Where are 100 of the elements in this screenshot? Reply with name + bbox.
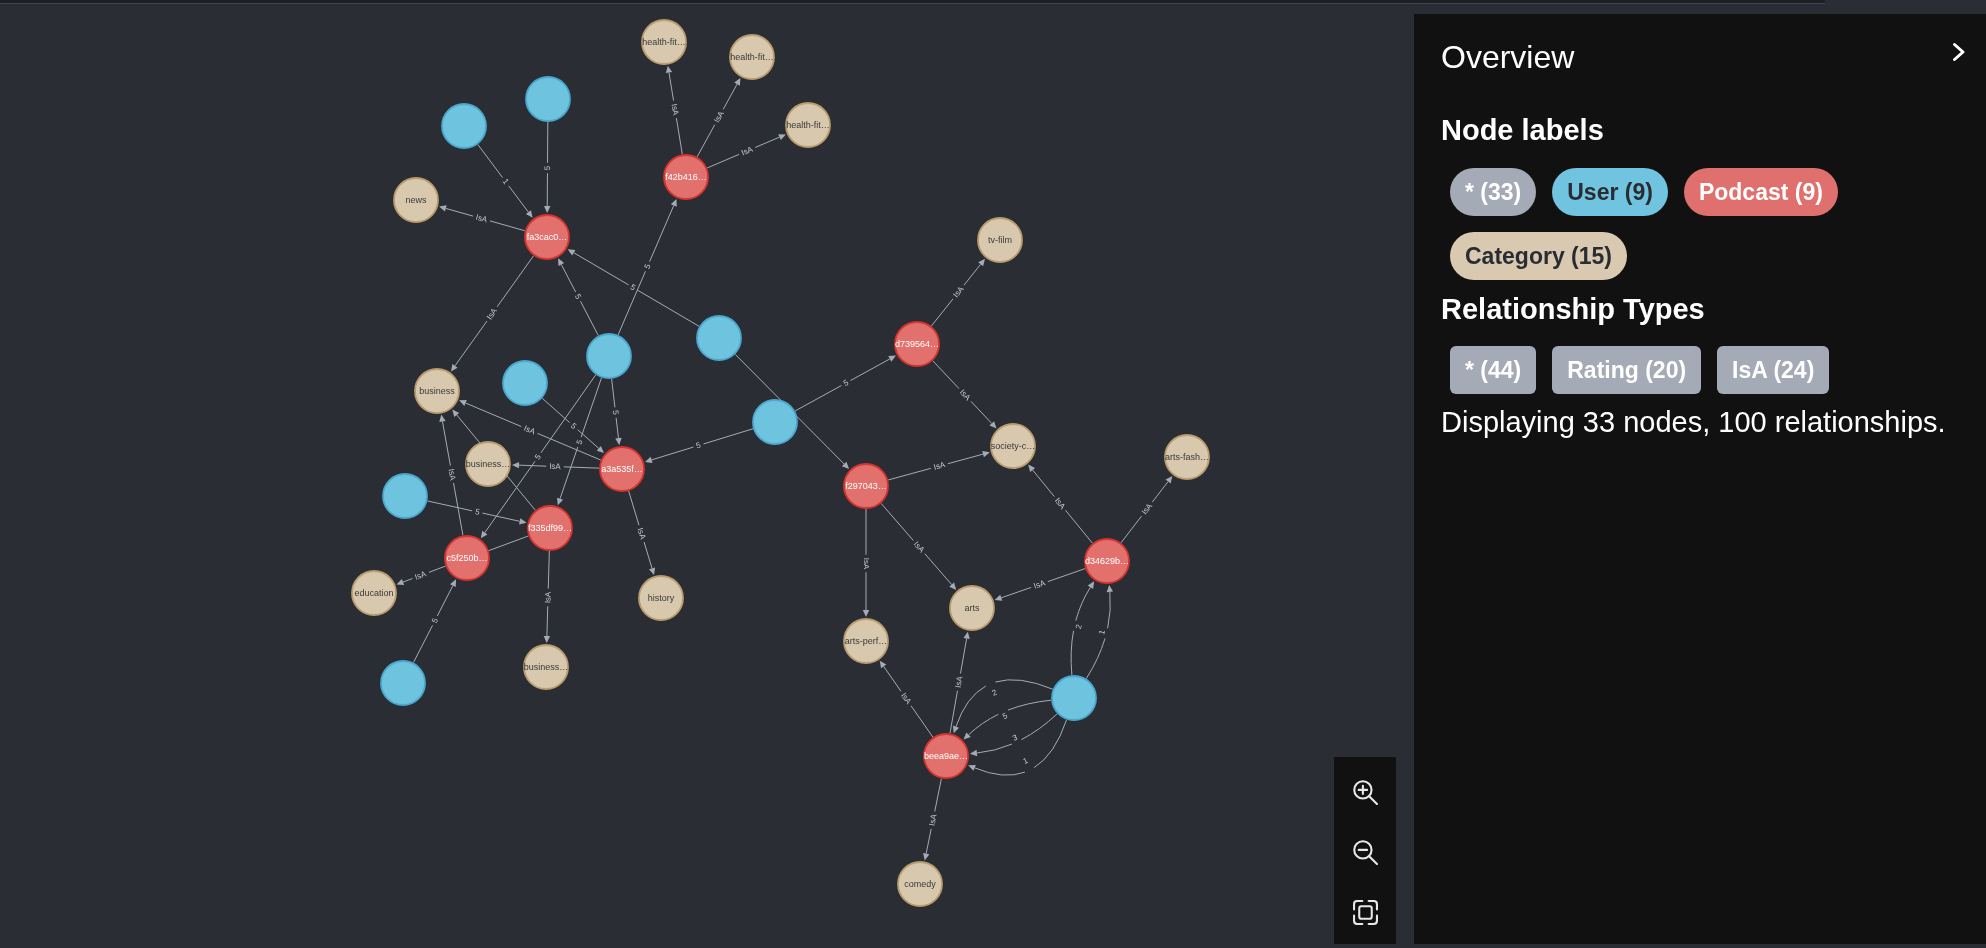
relationship-label: IsA <box>932 460 947 472</box>
relationship-arrow[interactable] <box>543 550 551 643</box>
relationship-label: IsA <box>927 813 939 827</box>
relationship-arrow[interactable] <box>413 579 457 664</box>
relationship-arrow[interactable] <box>396 565 446 586</box>
relationship-label: IsA <box>669 103 681 116</box>
relationship-label: 1 <box>1021 756 1030 767</box>
relationship-arrow[interactable] <box>969 713 1058 757</box>
zoom-in-icon <box>1352 779 1378 805</box>
relationship-label: 2 <box>990 687 999 698</box>
relationship-arrow[interactable] <box>696 78 741 158</box>
section-heading: Relationship Types <box>1441 292 1705 327</box>
relationship-arrow[interactable] <box>862 508 870 617</box>
relationship-label: IsA <box>446 468 458 481</box>
relationship-label: 5 <box>533 452 543 462</box>
relationship-arrow[interactable] <box>994 568 1086 601</box>
category-node[interactable]: comedy <box>897 861 943 907</box>
relationship-arrow[interactable] <box>706 134 786 169</box>
relationship-label: 5 <box>568 421 579 431</box>
relationship-label: 5 <box>474 507 481 517</box>
relationship-label: 5 <box>628 282 638 293</box>
category-node[interactable]: news <box>393 177 439 223</box>
user-node[interactable] <box>752 399 798 445</box>
relationship-label: 3 <box>1011 732 1019 743</box>
relationship-label: 5 <box>695 440 702 451</box>
relationship-label: IsA <box>1139 501 1155 517</box>
relationship-arrow[interactable] <box>923 778 942 861</box>
relationship-arrow[interactable] <box>887 451 990 481</box>
relationship-label: IsA <box>1032 578 1047 591</box>
chevron-right-icon <box>1952 42 1966 62</box>
category-node[interactable]: business… <box>523 644 569 690</box>
relationship-label: IsA <box>474 212 489 225</box>
relationship-arrow[interactable] <box>439 414 464 536</box>
relationship-arrow[interactable] <box>968 719 1068 776</box>
relationship-arrow[interactable] <box>963 699 1052 740</box>
relationship-label: 5 <box>574 438 585 446</box>
relationship-label: 2 <box>1073 623 1084 630</box>
user-node[interactable] <box>586 333 632 379</box>
fit-to-screen-icon <box>1352 899 1378 925</box>
relationship-label: 1 <box>500 177 511 186</box>
relationship-arrow[interactable] <box>949 631 970 734</box>
relationship-arrow[interactable] <box>1120 476 1173 544</box>
category-node[interactable]: health-fit… <box>785 102 831 148</box>
category-node[interactable]: business <box>414 368 460 414</box>
relationship-arrow[interactable] <box>628 490 656 576</box>
category-node[interactable]: business… <box>465 441 511 487</box>
category-node[interactable]: education <box>351 570 397 616</box>
relationship-arrow[interactable] <box>450 255 535 372</box>
relationship-arrow[interactable] <box>665 65 683 155</box>
user-node[interactable] <box>1051 675 1097 721</box>
relationship-arrow[interactable] <box>952 679 1054 734</box>
relationship-arrow[interactable] <box>439 205 526 232</box>
user-node[interactable] <box>525 76 571 122</box>
node-label-tag[interactable]: Category (15) <box>1450 232 1627 280</box>
category-node[interactable]: tv-film <box>977 217 1023 263</box>
category-node[interactable]: arts-perf… <box>843 618 889 664</box>
relationship-label: 5 <box>543 165 552 171</box>
relationship-label: 5 <box>841 378 851 388</box>
user-node[interactable] <box>502 360 548 406</box>
relationship-arrow[interactable] <box>644 428 754 463</box>
relationship-label: IsA <box>957 387 973 403</box>
relationship-label: 5 <box>430 616 440 625</box>
relationship-label: 1 <box>1097 629 1108 636</box>
relationship-arrow[interactable] <box>426 500 527 525</box>
relationship-arrow[interactable] <box>1085 584 1114 680</box>
relationship-line[interactable] <box>487 535 529 552</box>
relationship-arrow[interactable] <box>558 258 599 337</box>
relationship-arrow[interactable] <box>512 461 600 469</box>
category-node[interactable]: health-fit… <box>729 34 775 80</box>
relationship-label: IsA <box>1052 496 1068 511</box>
node-label-tag[interactable]: User (9) <box>1552 168 1668 216</box>
panel-title: Overview <box>1441 38 1575 76</box>
collapse-button[interactable] <box>1952 42 1966 62</box>
relationship-label: IsA <box>712 109 726 125</box>
relationship-label: IsA <box>413 569 428 582</box>
relationship-arrow[interactable] <box>459 400 602 461</box>
relationship-label: 5 <box>1001 711 1009 722</box>
category-node[interactable]: arts-fash… <box>1164 434 1210 480</box>
zoom-out-icon <box>1352 839 1378 865</box>
user-node[interactable] <box>380 660 426 706</box>
relationship-arrow[interactable] <box>1070 581 1095 676</box>
user-node[interactable] <box>696 315 742 361</box>
category-node[interactable]: arts <box>949 585 995 631</box>
category-node[interactable]: history <box>638 575 684 621</box>
relationship-arrow[interactable] <box>541 397 605 454</box>
relationship-label: IsA <box>635 526 648 541</box>
relationship-label: IsA <box>543 591 553 604</box>
user-node[interactable] <box>382 473 428 519</box>
relationship-arrow[interactable] <box>611 378 622 446</box>
relationship-label: IsA <box>911 539 927 555</box>
summary-text: Displaying 33 nodes, 100 relationships. <box>1441 405 1946 440</box>
relationship-label: 5 <box>610 409 621 416</box>
relationship-label: IsA <box>899 691 913 706</box>
category-node[interactable]: health-fit… <box>641 19 687 65</box>
relationship-label: IsA <box>861 557 871 570</box>
relationship-label: IsA <box>951 284 966 300</box>
relationship-label: IsA <box>739 144 755 158</box>
category-node[interactable]: society-c… <box>990 423 1036 469</box>
user-node[interactable] <box>441 103 487 149</box>
relationship-arrow[interactable] <box>544 121 551 213</box>
